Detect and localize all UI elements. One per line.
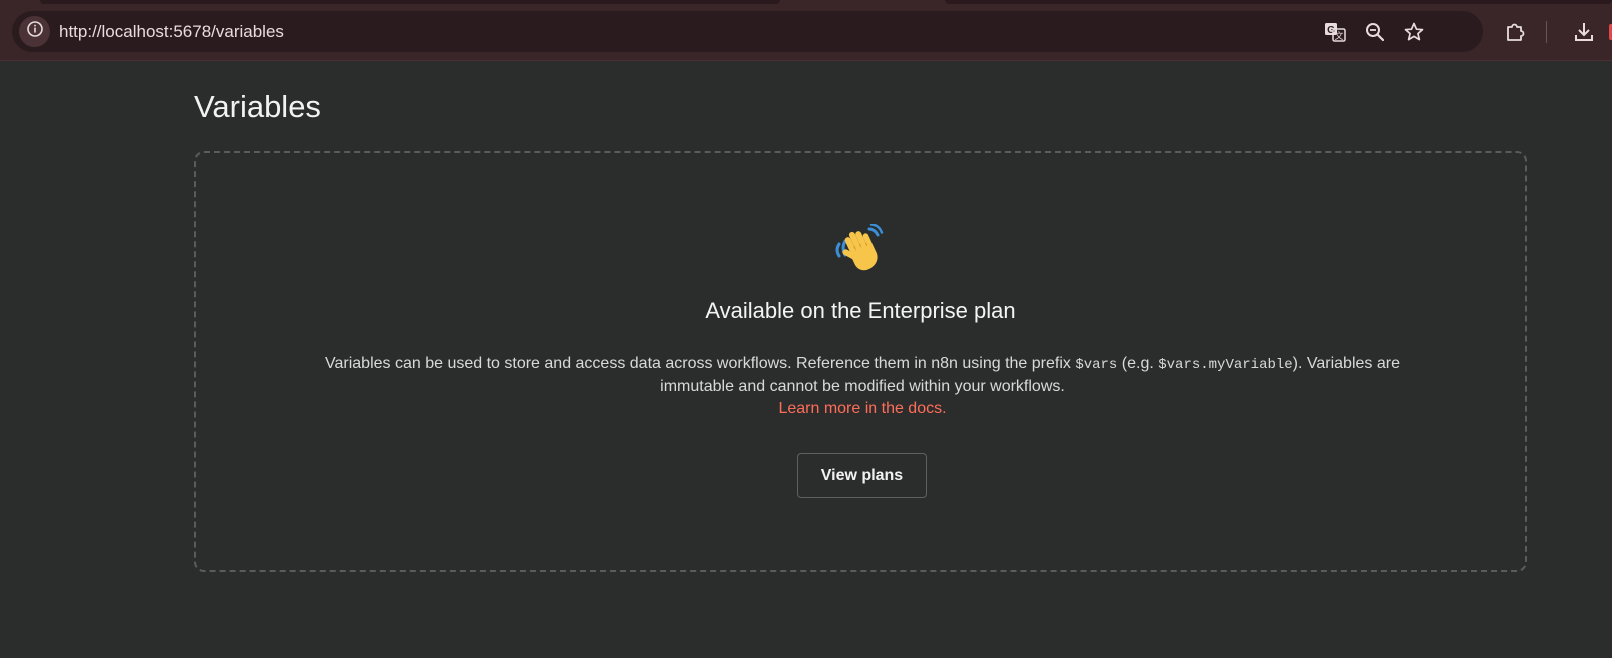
empty-state-heading: Available on the Enterprise plan — [705, 298, 1016, 323]
learn-more-docs-link[interactable]: Learn more in the docs. — [778, 400, 946, 417]
description-text: Variables can be used to store and acces… — [325, 355, 1076, 372]
view-plans-button[interactable]: View plans — [797, 453, 927, 498]
tab-strip-edge — [40, 0, 780, 4]
browser-toolbar: http://localhost:5678/variables G 文 — [0, 0, 1612, 61]
bookmark-star-icon[interactable] — [1402, 20, 1426, 44]
description-text: (e.g. — [1117, 355, 1159, 372]
translate-icon[interactable]: G 文 — [1323, 20, 1347, 44]
empty-state-description: Variables can be used to store and acces… — [286, 353, 1439, 420]
address-bar[interactable]: http://localhost:5678/variables G 文 — [12, 11, 1483, 52]
site-info-button[interactable] — [19, 16, 50, 47]
url-text[interactable]: http://localhost:5678/variables — [59, 22, 284, 42]
zoom-out-icon[interactable] — [1363, 20, 1387, 44]
download-icon[interactable] — [1572, 20, 1596, 44]
enterprise-empty-state: Available on the Enterprise plan Variabl… — [194, 151, 1527, 572]
svg-text:文: 文 — [1334, 30, 1343, 42]
waving-hand-icon — [196, 223, 1525, 281]
info-icon — [26, 20, 44, 43]
extensions-icon[interactable] — [1503, 20, 1527, 44]
toolbar-divider — [1546, 21, 1547, 43]
vars-code: $vars — [1075, 357, 1118, 373]
page-title: Variables — [194, 89, 321, 124]
vars-example-code: $vars.myVariable — [1158, 357, 1293, 373]
tab-strip-edge — [945, 0, 1612, 4]
